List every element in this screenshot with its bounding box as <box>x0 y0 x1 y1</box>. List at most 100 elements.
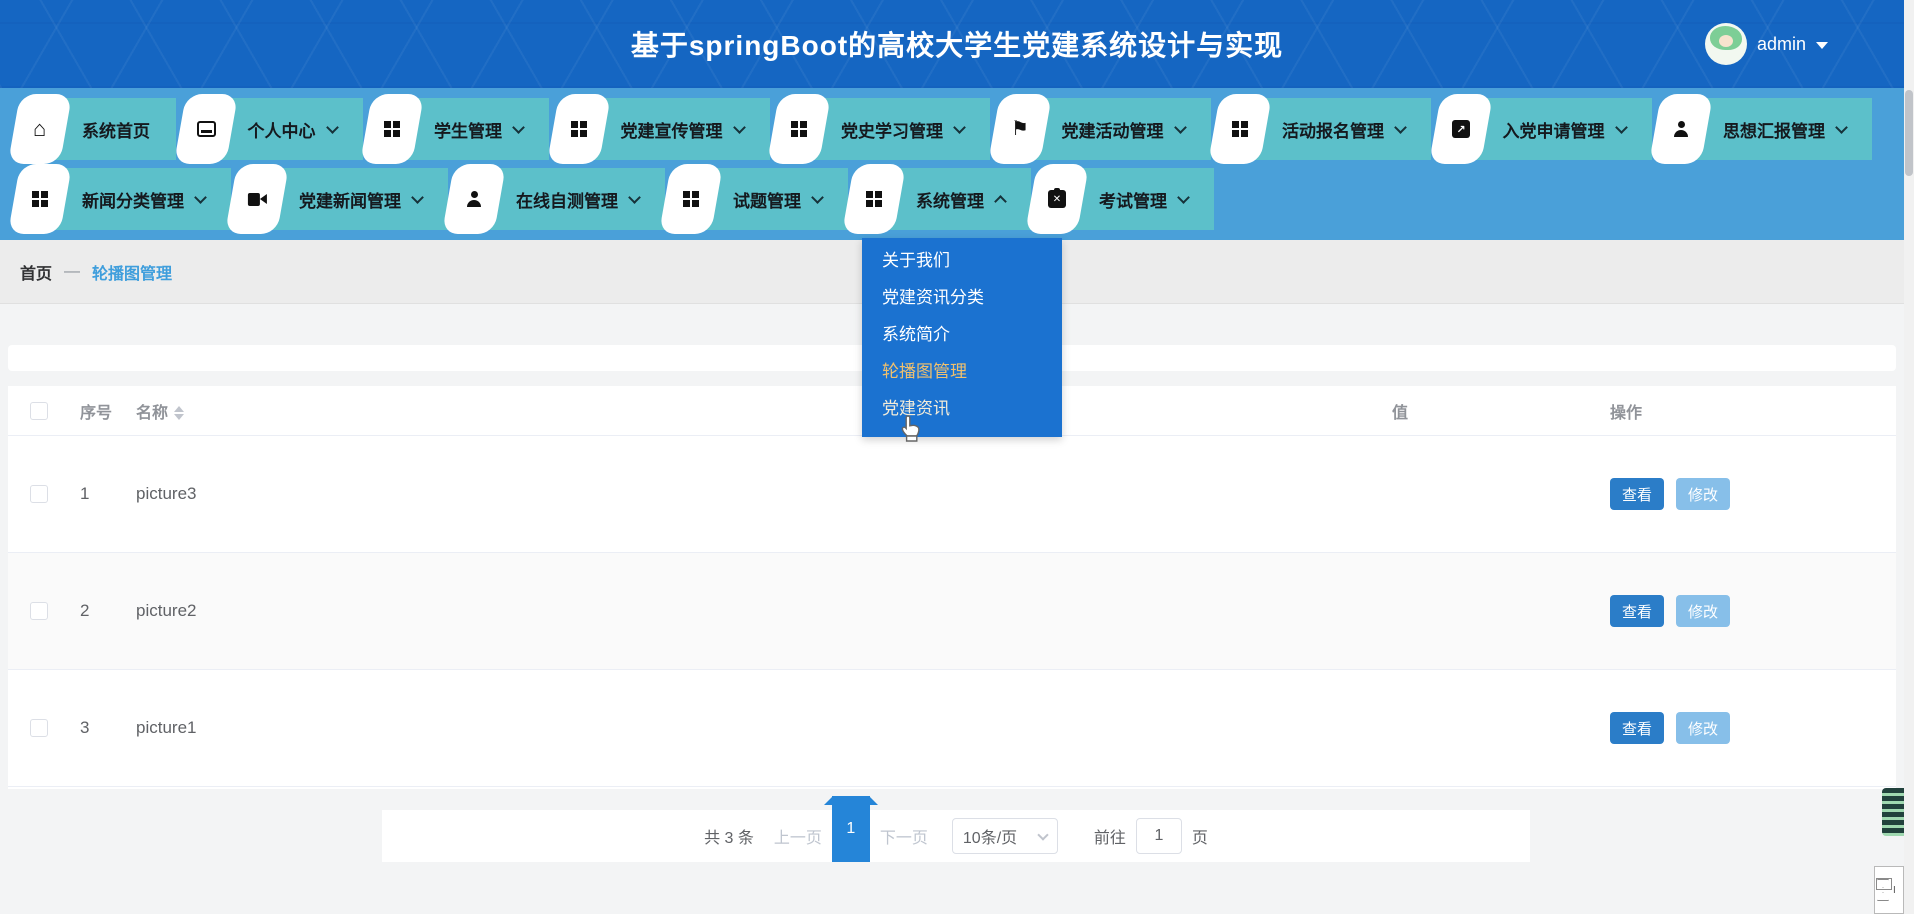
nav-item-label: 考试管理 <box>1099 191 1167 211</box>
chevron-down-icon <box>1835 120 1848 134</box>
edit-button[interactable]: 修改 <box>1676 595 1731 627</box>
vertical-scrollbar[interactable] <box>1904 0 1914 914</box>
hourglass-icon <box>1876 878 1892 901</box>
chevron-down-icon <box>1816 41 1828 49</box>
user-menu[interactable]: admin <box>1704 23 1828 65</box>
row-checkbox[interactable] <box>30 719 48 737</box>
nav-item-thought-report-management[interactable]: 思想汇报管理 <box>1648 94 1872 164</box>
nav-item-personal-center[interactable]: 个人中心 <box>173 94 363 164</box>
table-row: 2 picture2 查看 修改 <box>8 553 1896 670</box>
sort-icon[interactable] <box>174 406 185 421</box>
nav-item-party-publicity-management[interactable]: 党建宣传管理 <box>546 94 770 164</box>
grid-icon <box>546 94 611 164</box>
breadcrumb-current[interactable]: 轮播图管理 <box>92 260 172 284</box>
nav-item-system-management[interactable]: 系统管理 <box>841 164 1031 234</box>
nav-item-label: 党建活动管理 <box>1061 121 1164 141</box>
col-index: 序号 <box>80 404 113 422</box>
overlay-widget[interactable]: I <box>1874 866 1904 914</box>
nav-item-label: 党建新闻管理 <box>299 191 401 211</box>
app-header: 基于springBoot的高校大学生党建系统设计与实现 admin <box>0 0 1914 88</box>
edit-button[interactable]: 修改 <box>1676 478 1731 510</box>
grid-icon <box>841 164 907 234</box>
nav-item-label: 党建宣传管理 <box>620 121 723 141</box>
row-index: 2 <box>80 601 90 620</box>
system-management-dropdown: 关于我们 党建资讯分类 系统简介 轮播图管理 党建资讯 <box>862 238 1062 442</box>
dropdown-item-system-intro[interactable]: 系统简介 <box>862 316 1062 353</box>
avatar[interactable] <box>1704 23 1747 65</box>
nav-item-online-selftest-management[interactable]: 在线自测管理 <box>441 164 665 234</box>
next-page-button[interactable]: 下一页 <box>880 824 928 848</box>
mouse-hand-cursor <box>901 415 920 442</box>
row-index: 3 <box>80 718 90 737</box>
view-button[interactable]: 查看 <box>1610 478 1665 510</box>
table-row: 3 picture1 查看 修改 <box>8 670 1896 787</box>
chevron-down-icon <box>512 120 525 134</box>
nav-item-label: 入党申请管理 <box>1502 121 1605 141</box>
table-row: 1 picture3 查看 修改 <box>8 436 1896 553</box>
row-name: picture2 <box>136 601 197 620</box>
row-checkbox[interactable] <box>30 602 48 620</box>
dropdown-item-party-info-category[interactable]: 党建资讯分类 <box>862 279 1062 316</box>
pagination-total: 共 3 条 <box>704 830 754 847</box>
dropdown-item-carousel-management[interactable]: 轮播图管理 <box>862 353 1062 390</box>
breadcrumb-home[interactable]: 首页 <box>20 260 52 284</box>
chevron-down-icon <box>325 120 339 134</box>
id-card-icon <box>173 94 238 164</box>
scrollbar-thumb[interactable] <box>1905 90 1913 176</box>
chevron-down-icon <box>1177 190 1190 204</box>
nav-item-party-application-management[interactable]: ↗ 入党申请管理 <box>1428 94 1652 164</box>
nav-item-news-category-management[interactable]: 新闻分类管理 <box>7 164 231 234</box>
nav-item-label: 系统管理 <box>916 191 984 211</box>
dropdown-item-about-us[interactable]: 关于我们 <box>862 242 1062 279</box>
row-name: picture3 <box>136 484 197 503</box>
page-size-select[interactable]: 10条/页 <box>951 818 1058 854</box>
chevron-down-icon <box>194 190 207 204</box>
recorder-widget[interactable] <box>1882 788 1904 836</box>
nav-item-system-home[interactable]: ⌂ 系统首页 <box>7 94 176 164</box>
row-checkbox[interactable] <box>30 485 48 503</box>
grid-icon <box>658 164 724 234</box>
flag-icon: ⚑ <box>987 94 1052 164</box>
goto-page-input[interactable] <box>1135 818 1182 854</box>
main-nav: ⌂ 系统首页 个人中心 学生管理 党建宣传管理 党史学习管理 ⚑ 党建活动管理 <box>0 88 1914 240</box>
prev-page-button[interactable]: 上一页 <box>774 824 822 848</box>
edit-button[interactable]: 修改 <box>1676 712 1731 744</box>
chevron-down-icon <box>811 190 824 204</box>
nav-item-label: 个人中心 <box>247 121 316 141</box>
video-icon <box>224 164 290 234</box>
grid-icon <box>359 94 425 164</box>
grid-icon <box>7 164 73 234</box>
nav-item-question-management[interactable]: 试题管理 <box>658 164 848 234</box>
goto-label: 前往 <box>1093 830 1126 847</box>
chevron-down-icon <box>953 120 966 134</box>
nav-item-party-history-study-management[interactable]: 党史学习管理 <box>766 94 990 164</box>
page-title: 基于springBoot的高校大学生党建系统设计与实现 <box>630 30 1284 61</box>
nav-item-exam-management[interactable]: ✕ 考试管理 <box>1024 164 1214 234</box>
view-button[interactable]: 查看 <box>1610 712 1665 744</box>
page-number-active[interactable]: 1 <box>823 796 878 862</box>
chevron-down-icon <box>1173 120 1187 134</box>
col-actions: 操作 <box>1610 404 1643 422</box>
nav-item-student-management[interactable]: 学生管理 <box>359 94 549 164</box>
nav-item-activity-signup-management[interactable]: 活动报名管理 <box>1207 94 1431 164</box>
nav-item-label: 新闻分类管理 <box>82 191 184 211</box>
nav-item-label: 试题管理 <box>733 191 801 211</box>
carousel-table: 序号 名称 值 操作 1 picture3 查看 修改 2 picture2 查… <box>8 386 1896 789</box>
nav-item-label: 学生管理 <box>434 121 502 141</box>
chevron-down-icon <box>1037 829 1049 841</box>
chevron-down-icon <box>1394 120 1407 134</box>
person-icon <box>1648 94 1714 164</box>
nav-item-party-news-management[interactable]: 党建新闻管理 <box>224 164 448 234</box>
view-button[interactable]: 查看 <box>1610 595 1665 627</box>
dropdown-item-party-info[interactable]: 党建资讯 <box>862 390 1062 442</box>
grid-icon <box>1207 94 1273 164</box>
chevron-down-icon <box>1614 120 1628 134</box>
row-name: picture1 <box>136 718 197 737</box>
nav-item-party-activity-management[interactable]: ⚑ 党建活动管理 <box>987 94 1211 164</box>
nav-row-2: 新闻分类管理 党建新闻管理 在线自测管理 试题管理 系统管理 ✕ 考试管理 <box>7 164 1214 234</box>
grid-icon <box>766 94 832 164</box>
select-all-checkbox[interactable] <box>30 401 48 420</box>
nav-item-label: 党史学习管理 <box>841 121 943 141</box>
row-index: 1 <box>80 484 90 503</box>
nav-row-1: ⌂ 系统首页 个人中心 学生管理 党建宣传管理 党史学习管理 ⚑ 党建活动管理 <box>7 94 1872 164</box>
